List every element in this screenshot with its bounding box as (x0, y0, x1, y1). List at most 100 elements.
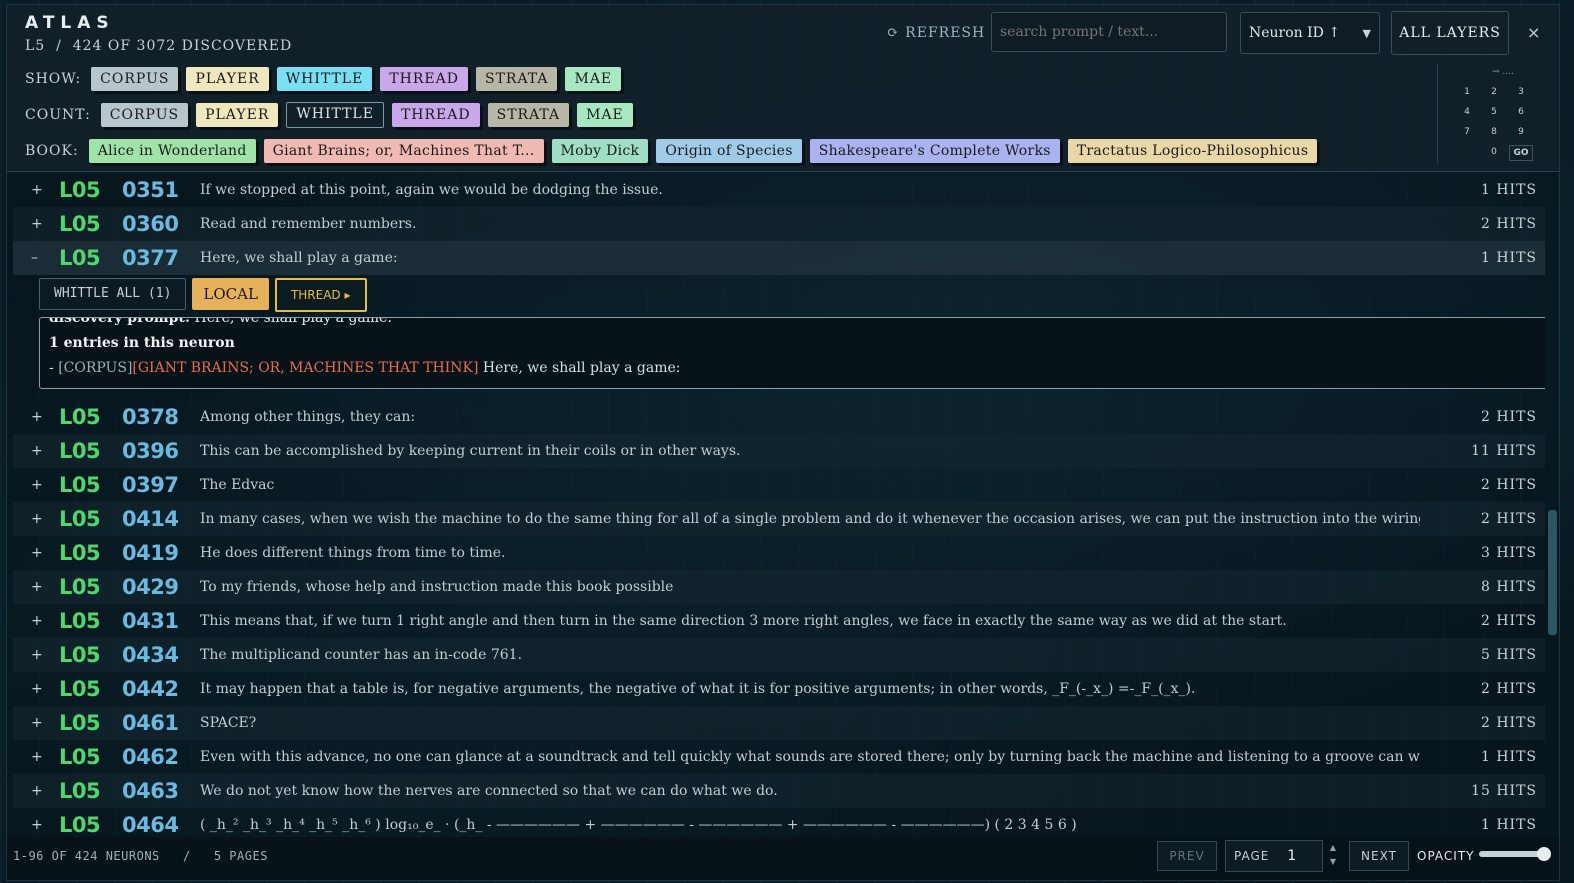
page-stepper[interactable]: ▲ ▼ (1327, 841, 1339, 869)
neuron-text: The Edvac (200, 477, 275, 493)
book-chip-alice[interactable]: Alice in Wonderland (88, 139, 256, 163)
expand-toggle[interactable]: + (31, 613, 43, 629)
entry-count: 1 entries in this neuron (49, 335, 235, 351)
neuron-row-expanded[interactable]: – L05 0377 Here, we shall play a game: 1… (13, 241, 1545, 275)
book-chip-origin-of-species[interactable]: Origin of Species (656, 139, 802, 163)
book-chip-shakespeare[interactable]: Shakespeare's Complete Works (809, 139, 1060, 163)
layer-id: L05 (59, 609, 101, 633)
neuron-row[interactable]: + L05 0442 It may happen that a table is… (13, 672, 1545, 706)
chevron-down-icon[interactable]: ▼ (1327, 855, 1339, 869)
neuron-row[interactable]: + L05 0464 ( _h_² _h_³ _h_⁴ _h_⁵ _h_⁶ ) … (13, 808, 1545, 833)
neuron-row[interactable]: + L05 0360 Read and remember numbers. 2 … (13, 207, 1545, 241)
opacity-slider[interactable] (1479, 847, 1551, 861)
neuron-row[interactable]: + L05 0429 To my friends, whose help and… (13, 570, 1545, 604)
show-thread-chip[interactable]: THREAD (380, 67, 468, 91)
expand-toggle[interactable]: + (31, 443, 43, 459)
count-player-chip[interactable]: PLAYER (196, 103, 279, 127)
keypad-key-8[interactable]: 8 (1483, 125, 1505, 139)
keypad-key-0[interactable]: 0 (1483, 145, 1505, 159)
layer-id: L05 (59, 711, 101, 735)
book-chip-giant-brains[interactable]: Giant Brains; or, Machines That T... (263, 139, 544, 163)
layer-id: L05 (59, 643, 101, 667)
discovery-prompt-text: Here, we shall play a game: (194, 317, 393, 326)
expand-toggle[interactable]: + (31, 681, 43, 697)
count-corpus-chip[interactable]: CORPUS (100, 103, 189, 127)
keypad-key-9[interactable]: 9 (1510, 125, 1532, 139)
search-input[interactable] (991, 12, 1227, 52)
expand-toggle[interactable]: + (31, 783, 43, 799)
thread-button[interactable]: THREAD ▸ (274, 278, 367, 312)
show-whittle-chip[interactable]: WHITTLE (276, 67, 373, 91)
list-scrollbar[interactable] (1548, 510, 1557, 635)
neuron-row[interactable]: + L05 0396 This can be accomplished by k… (13, 434, 1545, 468)
expand-toggle[interactable]: + (31, 409, 43, 425)
neuron-row[interactable]: + L05 0378 Among other things, they can:… (13, 400, 1545, 434)
all-layers-button[interactable]: ALL LAYERS (1391, 11, 1509, 55)
collapse-toggle[interactable]: – (31, 250, 38, 266)
expand-toggle[interactable]: + (31, 817, 43, 833)
page-number[interactable]: 1 (1287, 848, 1297, 864)
expand-toggle[interactable]: + (31, 545, 43, 561)
close-icon[interactable]: × (1527, 23, 1540, 42)
keypad-key-7[interactable]: 7 (1456, 125, 1478, 139)
neuron-id: 0378 (122, 405, 179, 429)
hit-count: 2 HITS (1480, 216, 1537, 232)
show-player-chip[interactable]: PLAYER (186, 67, 269, 91)
opacity-slider-handle[interactable] (1537, 847, 1551, 861)
book-chip-moby-dick[interactable]: Moby Dick (551, 139, 649, 163)
neuron-text: Read and remember numbers. (200, 216, 417, 232)
count-strata-chip[interactable]: STRATA (487, 103, 570, 127)
neuron-row[interactable]: + L05 0462 Even with this advance, no on… (13, 740, 1545, 774)
chevron-up-icon[interactable]: ▲ (1327, 841, 1339, 855)
expand-toggle[interactable]: + (31, 647, 43, 663)
neuron-row[interactable]: + L05 0351 If we stopped at this point, … (13, 173, 1545, 207)
expand-toggle[interactable]: + (31, 216, 43, 232)
expand-toggle[interactable]: + (31, 749, 43, 765)
count-whittle-chip[interactable]: WHITTLE (286, 102, 384, 128)
neuron-row[interactable]: + L05 0461 SPACE? 2 HITS (13, 706, 1545, 740)
neuron-id: 0462 (122, 745, 179, 769)
whittle-all-button[interactable]: WHITTLE ALL (1) (39, 278, 187, 310)
layer-id: L05 (59, 541, 101, 565)
hit-count: 15 HITS (1471, 783, 1537, 799)
hit-count: 1 HITS (1480, 250, 1537, 266)
book-chip-tractatus[interactable]: Tractatus Logico-Philosophicus (1067, 139, 1318, 163)
show-strata-chip[interactable]: STRATA (475, 67, 558, 91)
neuron-text: He does different things from time to ti… (200, 545, 506, 561)
prev-page-button[interactable]: PREV (1157, 841, 1217, 871)
neuron-row[interactable]: + L05 0434 The multiplicand counter has … (13, 638, 1545, 672)
sort-select[interactable]: Neuron ID ↑ ▼ (1240, 12, 1380, 54)
keypad-go-button[interactable]: GO (1509, 145, 1533, 161)
keypad-key-4[interactable]: 4 (1456, 105, 1478, 119)
neuron-text: In many cases, when we wish the machine … (200, 511, 1420, 527)
show-corpus-chip[interactable]: CORPUS (91, 67, 179, 91)
neuron-id: 0461 (122, 711, 179, 735)
neuron-list: + L05 0351 If we stopped at this point, … (13, 173, 1545, 833)
expand-toggle[interactable]: + (31, 477, 43, 493)
keypad-key-5[interactable]: 5 (1483, 105, 1505, 119)
expand-toggle[interactable]: + (31, 182, 43, 198)
refresh-button[interactable]: ⟳ REFRESH (887, 25, 985, 41)
page-input[interactable]: PAGE 1 (1225, 840, 1323, 872)
local-button[interactable]: LOCAL (192, 278, 269, 310)
neuron-row[interactable]: + L05 0419 He does different things from… (13, 536, 1545, 570)
neuron-id: 0397 (122, 473, 179, 497)
keypad-key-3[interactable]: 3 (1510, 85, 1532, 99)
neuron-row[interactable]: + L05 0431 This means that, if we turn 1… (13, 604, 1545, 638)
next-page-button[interactable]: NEXT (1349, 841, 1409, 871)
keypad-key-1[interactable]: 1 (1456, 85, 1478, 99)
expand-toggle[interactable]: + (31, 715, 43, 731)
neuron-row[interactable]: + L05 0414 In many cases, when we wish t… (13, 502, 1545, 536)
entry-item: - [CORPUS][GIANT BRAINS; OR, MACHINES TH… (49, 360, 681, 376)
expand-toggle[interactable]: + (31, 511, 43, 527)
keypad-key-6[interactable]: 6 (1510, 105, 1532, 119)
keypad-key-2[interactable]: 2 (1483, 85, 1505, 99)
hit-count: 3 HITS (1480, 545, 1537, 561)
neuron-row[interactable]: + L05 0397 The Edvac 2 HITS (13, 468, 1545, 502)
keypad-readout: → .... (1492, 67, 1514, 77)
neuron-row[interactable]: + L05 0463 We do not yet know how the ne… (13, 774, 1545, 808)
expand-toggle[interactable]: + (31, 579, 43, 595)
count-thread-chip[interactable]: THREAD (391, 103, 480, 127)
show-mae-chip[interactable]: MAE (565, 67, 622, 91)
count-mae-chip[interactable]: MAE (577, 103, 633, 127)
